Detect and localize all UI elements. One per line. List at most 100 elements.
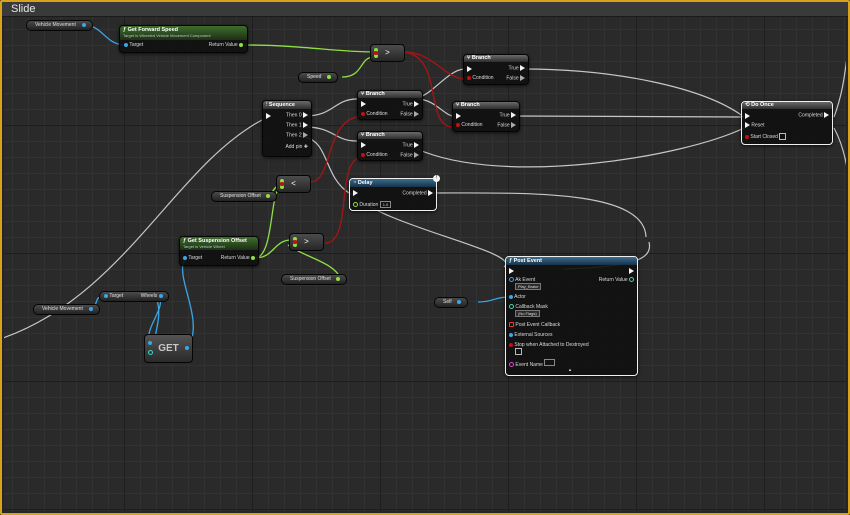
object-pin[interactable]: [89, 306, 94, 311]
get-suspension-offset-node[interactable]: ƒ Get Suspension Offset Target is Vehicl…: [179, 236, 259, 266]
speed-getter[interactable]: Speed: [298, 72, 338, 83]
reset-pin-row[interactable]: Reset: [745, 122, 764, 128]
exec-out-pin[interactable]: [629, 268, 634, 274]
condition-pin-row[interactable]: Condition: [361, 152, 388, 158]
float-pin[interactable]: [251, 255, 255, 260]
external-sources-pin-row[interactable]: External Sources: [509, 332, 552, 338]
object-pin[interactable]: [185, 346, 189, 350]
branch-node-c[interactable]: ⑂ Branch True Condition False: [463, 54, 529, 85]
callback-mask-pin-row[interactable]: Callback Mask (No Flags): [509, 304, 548, 317]
condition-pin-row[interactable]: Condition: [467, 75, 494, 81]
return-value-pin-row[interactable]: Return Value: [221, 255, 255, 261]
string-pin[interactable]: [509, 362, 514, 368]
exec-in-pin[interactable]: [266, 113, 271, 119]
exec-out-pin[interactable]: [414, 101, 419, 107]
greater-than-node-1[interactable]: >: [370, 44, 405, 62]
return-value-pin-row[interactable]: Return Value: [209, 42, 243, 48]
sequence-node[interactable]: ⫶ Sequence Then 0 Then 1 Then 2 Add pin …: [262, 100, 312, 157]
get-forward-speed-node[interactable]: ƒ Get Forward Speed Target is Wheeled Ve…: [119, 25, 248, 53]
actor-pin-row[interactable]: Actor: [509, 294, 526, 300]
exec-in-pin[interactable]: [361, 101, 366, 107]
float-pin[interactable]: [336, 276, 341, 281]
ak-event-dropdown[interactable]: Play_Brake: [515, 283, 542, 290]
bool-pin[interactable]: [745, 134, 749, 139]
event-name-pin-row[interactable]: Event Name: [509, 359, 556, 368]
exec-out-pin[interactable]: [414, 152, 419, 158]
true-pin-row[interactable]: True: [509, 65, 525, 71]
exec-in-pin[interactable]: [467, 66, 472, 72]
completed-pin-row[interactable]: Completed: [798, 112, 829, 118]
delay-node[interactable]: ◔ Delay ! Completed Duration 1.0: [349, 175, 440, 211]
vehicle-movement-getter-1[interactable]: Vehicle Movement: [26, 20, 94, 31]
exec-in-pin[interactable]: [745, 122, 750, 128]
start-closed-checkbox[interactable]: [779, 133, 787, 140]
duration-input[interactable]: 1.0: [379, 201, 392, 208]
bool-pin[interactable]: [456, 122, 460, 127]
bool-pin[interactable]: [280, 182, 284, 186]
then2-pin-row[interactable]: Then 2: [286, 132, 308, 138]
tab-title[interactable]: Slide: [11, 2, 35, 16]
float-pin[interactable]: [239, 42, 243, 47]
array-get-node[interactable]: GET: [144, 334, 193, 363]
float-pin[interactable]: [326, 74, 331, 79]
blueprint-graph[interactable]: Vehicle Movement Vehicle Movement Speed …: [4, 17, 846, 511]
suspension-offset-getter-2[interactable]: Suspension Offset: [281, 274, 348, 285]
condition-pin-row[interactable]: Condition: [456, 122, 483, 128]
exec-out-pin[interactable]: [303, 112, 308, 118]
vehicle-movement-getter-2[interactable]: Vehicle Movement: [33, 304, 101, 315]
delegate-pin[interactable]: [509, 322, 514, 328]
exec-out-pin[interactable]: [824, 112, 829, 118]
exec-out-pin[interactable]: [303, 132, 308, 138]
index-pin[interactable]: [148, 350, 153, 355]
bool-pin[interactable]: [509, 342, 513, 347]
array-pin[interactable]: [148, 341, 152, 345]
object-pin[interactable]: [104, 293, 108, 298]
exec-in-pin[interactable]: [509, 268, 514, 274]
exec-in-pin[interactable]: [456, 113, 461, 119]
exec-out-pin[interactable]: [414, 111, 419, 117]
array-pin[interactable]: [158, 293, 163, 298]
false-pin-row[interactable]: False: [400, 152, 419, 158]
target-pin-row[interactable]: Target: [183, 255, 202, 261]
false-pin-row[interactable]: False: [506, 75, 525, 81]
start-closed-pin-row[interactable]: Start Closed: [745, 133, 787, 140]
ak-event-pin-row[interactable]: Ak Event Play_Brake: [509, 277, 542, 290]
wheels-getter-node[interactable]: Target Wheels: [99, 291, 169, 302]
int-pin[interactable]: [509, 304, 514, 310]
target-pin-row[interactable]: Target: [124, 42, 143, 48]
exec-out-pin[interactable]: [414, 142, 419, 148]
object-pin[interactable]: [124, 42, 128, 47]
less-than-node[interactable]: <: [276, 175, 311, 193]
greater-than-node-2[interactable]: >: [289, 233, 324, 251]
completed-pin-row[interactable]: Completed: [402, 190, 433, 196]
float-pin[interactable]: [266, 193, 271, 198]
true-pin-row[interactable]: True: [403, 142, 419, 148]
branch-node-d[interactable]: ⑂ Branch True Condition False: [452, 101, 520, 132]
object-pin[interactable]: [82, 22, 87, 27]
exec-out-pin[interactable]: [520, 75, 525, 81]
duration-pin-row[interactable]: Duration 1.0: [353, 201, 392, 208]
callback-mask-dropdown[interactable]: (No Flags): [515, 310, 540, 317]
exec-out-pin[interactable]: [520, 65, 525, 71]
then1-pin-row[interactable]: Then 1: [286, 122, 308, 128]
int-pin[interactable]: [629, 277, 634, 283]
suspension-offset-getter-1[interactable]: Suspension Offset: [211, 191, 278, 202]
object-pin[interactable]: [457, 299, 462, 304]
false-pin-row[interactable]: False: [400, 111, 419, 117]
stop-when-destroyed-checkbox[interactable]: [515, 348, 522, 355]
exec-out-pin[interactable]: [428, 190, 433, 196]
do-once-node[interactable]: ⟲ Do Once Completed Reset Start Closed: [741, 101, 833, 145]
return-value-pin-row[interactable]: Return Value: [599, 277, 634, 283]
object-pin[interactable]: [509, 277, 514, 283]
exec-out-pin[interactable]: [511, 112, 516, 118]
true-pin-row[interactable]: True: [403, 101, 419, 107]
condition-pin-row[interactable]: Condition: [361, 111, 388, 117]
object-pin[interactable]: [183, 255, 187, 260]
event-name-input[interactable]: [544, 359, 556, 366]
post-event-node[interactable]: ƒ Post Event Ak Event Play_Brake Return …: [505, 256, 638, 376]
post-event-callback-pin-row[interactable]: Post Event Callback: [509, 322, 560, 328]
exec-in-pin[interactable]: [361, 142, 366, 148]
false-pin-row[interactable]: False: [497, 122, 516, 128]
true-pin-row[interactable]: True: [500, 112, 516, 118]
branch-node-a[interactable]: ⑂ Branch True Condition False: [357, 90, 423, 120]
